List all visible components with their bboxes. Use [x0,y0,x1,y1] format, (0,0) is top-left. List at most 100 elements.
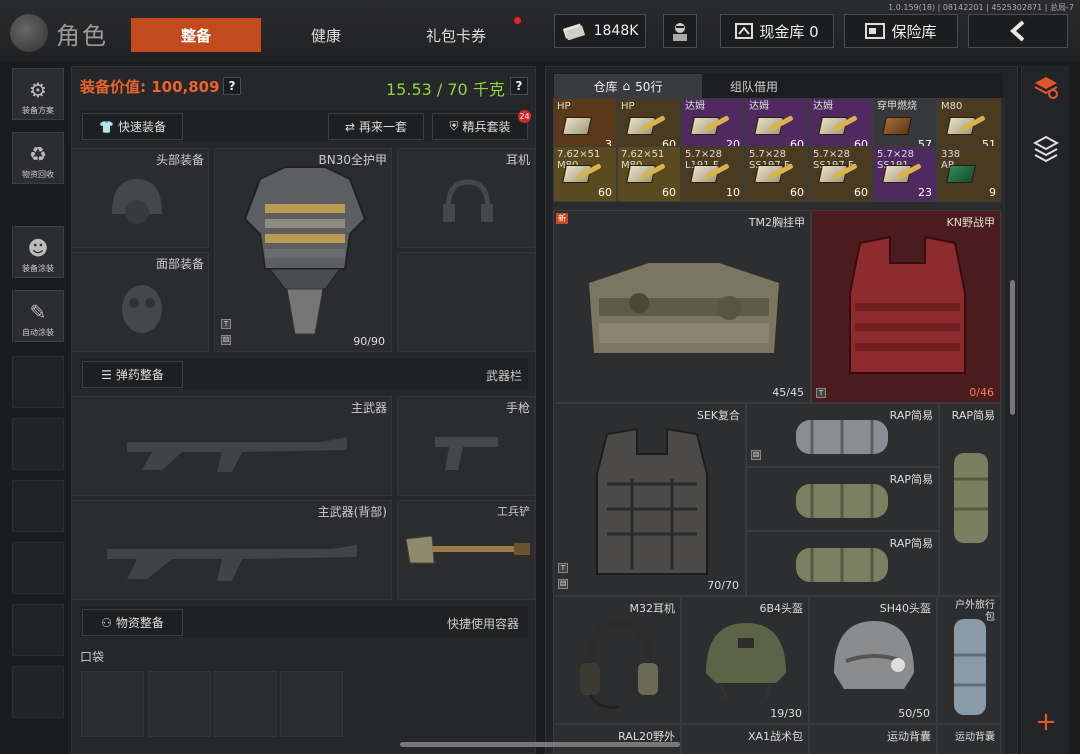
stack-button[interactable] [1030,130,1062,170]
rolled-bag-icon [796,420,888,454]
storage-item-sh40[interactable]: SH40头盔 50/50 [809,596,937,724]
nav-auto-paint[interactable]: ✎ 自动涂装 [12,290,64,342]
head-slot[interactable]: 头部装备 [71,148,209,248]
add-button[interactable]: + [1030,706,1062,738]
new-badge: 新 [556,213,568,224]
ammo-item[interactable]: 7.62×51 M8060 [617,146,681,202]
cash-vault-button[interactable]: 现金库 0 [720,14,834,48]
stack-layers-icon [1033,135,1059,163]
repeat-set-button[interactable]: ⇄ 再来一套 [328,113,424,140]
loadout-icon: ⚙ [29,78,47,102]
globe-icon [10,14,48,52]
tab-warehouse[interactable]: 仓库 ⌂ 50行 [554,74,702,98]
equip-value: 装备价值: 100,809 [80,78,220,96]
backpack-icon [954,619,986,715]
storage-item-kn[interactable]: KN野战甲 T 0/46 [811,210,1001,403]
storage-item-rap[interactable]: RAP简易 [746,531,939,596]
back-button[interactable] [968,14,1068,48]
earphone-slot[interactable]: 耳机 [397,148,535,248]
tab-prepare[interactable]: 整备 [131,18,261,52]
house-icon: ⌂ [622,79,631,93]
ammo-item[interactable]: 5.7×28 SS197 F60 [745,146,809,202]
storage-item-travel-pack[interactable]: 户外旅行包 [937,596,1001,724]
safe-box-button[interactable]: 保险库 [844,14,958,48]
help-icon[interactable]: ? [510,77,528,95]
tab-team-borrow[interactable]: 组队借用 [702,74,806,98]
plate-carrier-icon [596,427,708,575]
face-slot[interactable]: 面部装备 [71,252,209,352]
storage-item-6b4[interactable]: 6B4头盔 19/30 [681,596,809,724]
money-display[interactable]: 1848K [554,14,646,48]
storage-item-rap[interactable]: RAP简易 ⚄ [746,403,939,467]
pocket-slot[interactable] [148,671,211,737]
ammo-item[interactable]: 5.7×28 L191 F10 [681,146,745,202]
ammo-item[interactable]: 5.7×28 SS197 F60 [809,146,873,202]
ammo-item[interactable]: 5.7×28 SS19123 [873,146,937,202]
help-icon[interactable]: ? [223,77,241,95]
storage-item-tm2[interactable]: 新 TM2胸挂甲 45/45 [553,210,811,403]
pocket-slot[interactable] [214,671,277,737]
headset-ghost-icon [443,179,493,222]
nav-equip-paint[interactable]: ☻ 装备涂装 [12,226,64,278]
storage-grid: HP 3 HP 60 达姆 20 达姆 60 达姆 60 穿甲燃烧 57 M80 51 7.6… [553,98,1005,754]
extra-slot[interactable] [397,252,535,352]
supply-prepare-button[interactable]: ⚇ 物资整备 [82,609,183,636]
rifle-ghost-icon [107,545,357,581]
trader-icon [673,23,687,41]
storage-item-rap[interactable]: RAP简易 [939,403,1001,596]
elite-badge: 24 [518,110,531,123]
chevron-left-icon [1010,20,1025,42]
primary-weapon-slot[interactable]: 主武器 [71,396,392,496]
role-header: 角色 [10,14,120,52]
shield-icon: ⛨ [449,119,459,133]
armor-slot[interactable]: BN30全护甲 T ⚄ 90/90 [214,148,392,352]
helmet-icon [834,621,914,689]
storage-item-xa1[interactable]: XA1战术包 [681,724,809,754]
rolled-bag-icon [796,484,888,518]
notification-dot [514,17,521,24]
sort-button[interactable] [1030,72,1062,102]
dice-icon: ⚄ [558,579,568,589]
vault-icon [735,23,754,39]
pocket-slot[interactable] [81,671,144,737]
storage-item-rap[interactable]: RAP简易 [746,467,939,531]
nav-empty-slot [12,666,64,718]
storage-item-sport-bag[interactable]: 运动背囊 [937,724,1001,754]
ammo-prepare-button[interactable]: ☰ 弹药整备 [82,361,183,388]
headset-icon [580,619,658,709]
layers-sort-icon [1034,77,1058,99]
pistol-ghost-icon [435,437,498,470]
tag-icon: T [816,388,826,398]
storage-item-sport-bag[interactable]: 运动背囊 [809,724,937,754]
ammo-item[interactable]: 338 AP 9 [937,146,1001,202]
tab-gift-cards[interactable]: 礼包卡券 [395,18,517,52]
nav-recycle[interactable]: ♻ 物资回收 [12,132,64,184]
shovel-icon [405,535,530,564]
dice-icon: ⚄ [751,450,761,460]
helmet-ghost-icon [112,179,162,224]
red-vest-icon [849,235,966,374]
tag-icon: T [221,319,231,329]
quick-container-label: 快捷使用容器 [447,617,520,631]
storage-item-m32[interactable]: M32耳机 [553,596,681,724]
nav-empty-slot [12,356,64,408]
money-stack-icon [562,23,585,40]
back-weapon-slot[interactable]: 主武器(背部) [71,500,392,600]
rifle-ghost-icon [127,437,347,472]
tab-health[interactable]: 健康 [270,18,382,52]
shovel-slot[interactable]: 工兵铲 [397,500,535,600]
storage-item-sek[interactable]: SEK复合 T ⚄ 70/70 [553,403,746,596]
trader-button[interactable] [663,14,697,48]
ammo-item[interactable]: 7.62×51 M8060 [553,146,617,202]
refresh-icon: ⇄ [344,119,356,134]
pistol-slot[interactable]: 手枪 [397,396,535,496]
chest-rig-icon [589,263,779,353]
gasmask-ghost-icon [122,285,162,333]
storage-scrollbar[interactable] [1010,280,1015,415]
nav-loadout-plan[interactable]: ⚙ 装备方案 [12,68,64,120]
elite-set-button[interactable]: ⛨ 精兵套装 [432,113,528,140]
pocket-slot[interactable] [280,671,343,737]
backpack-icon [954,453,988,543]
quick-equip-button[interactable]: 👕 快速装备 [82,113,183,140]
storage-item-ral20[interactable]: RAL20野外 [553,724,681,754]
